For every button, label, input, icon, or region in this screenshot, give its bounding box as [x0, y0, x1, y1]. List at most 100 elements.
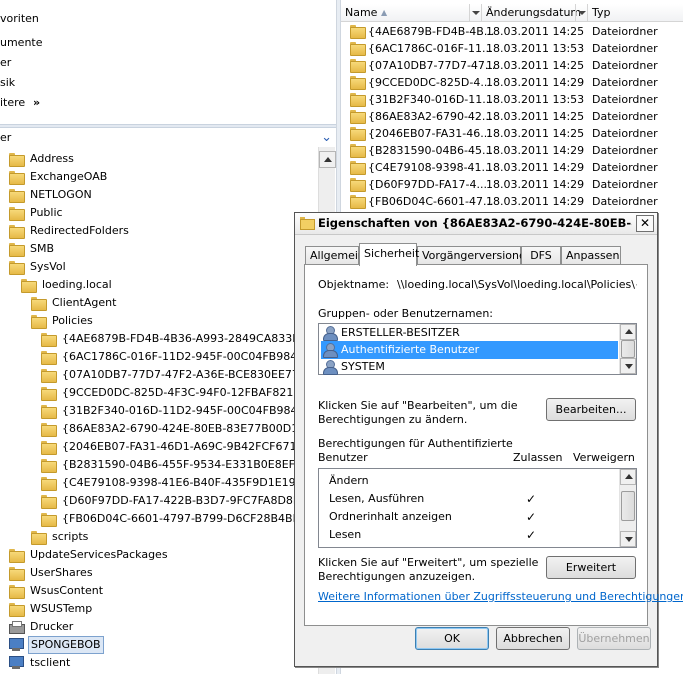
table-row[interactable]: {6AC1786C-016F-11... 18.03.2011 13:53 Date…	[341, 40, 683, 57]
column-filter-dropdown-icon[interactable]	[575, 4, 587, 21]
file-type: Dateiordner	[592, 127, 658, 140]
folder-tree: Address ExchangeOAB NETLOGON Public Redirect…	[0, 147, 338, 674]
column-header-bar: Name ▲ Änderungsdatum Typ	[341, 4, 683, 22]
navigation-pane: voriten umente er sik itere » er ⌄ Addre…	[0, 0, 338, 674]
edit-hint: Klicken Sie auf "Bearbeiten", um die Ber…	[318, 399, 518, 427]
permission-row: Ordnerinhalt anzeigen ✓	[329, 508, 629, 526]
table-row[interactable]: {4AE6879B-FD4B-4B... 18.03.2011 14:25 Date…	[341, 23, 683, 40]
table-row[interactable]: {C4E79108-9398-41... 18.03.2011 14:29 Date…	[341, 159, 683, 176]
tab-vorgaengerversionen[interactable]: Vorgängerversionen	[417, 246, 533, 265]
scroll-up-button[interactable]	[620, 324, 636, 340]
file-type: Dateiordner	[592, 144, 658, 157]
column-header-date[interactable]: Änderungsdatum	[482, 4, 588, 22]
close-button[interactable]: ✕	[636, 215, 654, 232]
scrollbar-thumb[interactable]	[621, 491, 635, 521]
network-section-header[interactable]: er ⌄	[0, 129, 338, 147]
column-filter-dropdown-icon[interactable]	[469, 4, 481, 21]
edit-button[interactable]: Bearbeiten...	[546, 398, 636, 421]
folder-icon	[349, 59, 366, 73]
favorites-item[interactable]: sik	[0, 74, 15, 92]
close-icon: ✕	[639, 216, 651, 230]
table-row[interactable]: {D60F97DD-FA17-4... 18.03.2011 14:29 Datei…	[341, 176, 683, 193]
folder-icon	[40, 513, 57, 527]
groups-scrollbar[interactable]	[619, 324, 636, 374]
table-row[interactable]: {9CCED0DC-825D-4... 18.03.2011 14:29 Datei…	[341, 74, 683, 91]
deny-column-header: Verweigern	[573, 451, 635, 464]
folder-icon	[40, 459, 57, 473]
user-group-icon	[323, 343, 338, 358]
tab-dfs[interactable]: DFS	[521, 246, 561, 265]
table-row[interactable]: {07A10DB7-77D7-47... 18.03.2011 14:25 Date…	[341, 57, 683, 74]
chevron-down-icon[interactable]: ⌄	[321, 129, 332, 147]
scrollbar-thumb[interactable]	[621, 340, 635, 358]
favorites-item[interactable]: itere	[0, 94, 25, 112]
ok-button[interactable]: OK	[415, 627, 489, 650]
dialog-title: Eigenschaften von {86AE83A2-6790-424E-80…	[318, 216, 632, 230]
favorites-item[interactable]: umente	[0, 34, 43, 52]
tree-item-label: Address	[30, 152, 74, 165]
groups-listbox[interactable]: ERSTELLER-BESITZER Authentifizierte Benut…	[318, 323, 637, 375]
tree-item-label: RedirectedFolders	[30, 224, 129, 237]
file-name: {4AE6879B-FD4B-4B...	[368, 25, 495, 38]
allow-check-icon: ✓	[526, 528, 537, 542]
shared-folder-icon	[8, 567, 25, 581]
ok-button-label: OK	[444, 632, 460, 645]
table-row[interactable]: {FB06D04C-6601-47... 18.03.2011 14:29 Date…	[341, 193, 683, 210]
scroll-up-button[interactable]	[319, 151, 336, 168]
permissions-listbox[interactable]: Ändern Lesen, Ausführen ✓ Ordnerinhalt anze…	[318, 468, 637, 548]
folder-icon	[40, 351, 57, 365]
tree-item-label: loeding.local	[42, 278, 112, 291]
favorites-item[interactable]: er	[0, 54, 11, 72]
file-name: {D60F97DD-FA17-4...	[368, 178, 487, 191]
object-name-value: \\loeding.local\SysVol\loeding.local\Pol…	[397, 278, 637, 291]
permission-row: Ändern	[329, 472, 629, 490]
security-tab-panel: Objektname: \\loeding.local\SysVol\loedi…	[304, 264, 683, 626]
column-header-name[interactable]: Name ▲	[341, 4, 482, 22]
file-type: Dateiordner	[592, 59, 658, 72]
scroll-up-button[interactable]	[620, 469, 636, 485]
folder-icon	[349, 110, 366, 124]
table-row[interactable]: {2046EB07-FA31-46... 18.03.2011 14:25 Date…	[341, 125, 683, 142]
dialog-title-bar[interactable]: Eigenschaften von {86AE83A2-6790-424E-80…	[295, 213, 657, 235]
group-item[interactable]: SYSTEM	[321, 358, 601, 376]
modified-date: 18.03.2011 14:25	[486, 25, 585, 38]
table-row[interactable]: {86AE83A2-6790-42... 18.03.2011 14:25 Date…	[341, 108, 683, 125]
permissions-scrollbar[interactable]	[619, 469, 636, 547]
apply-button[interactable]: Übernehmen	[577, 627, 651, 650]
help-link[interactable]: Weitere Informationen über Zugriffssteue…	[318, 590, 683, 603]
advanced-button-label: Erweitert	[565, 561, 617, 574]
table-row[interactable]: {31B2F340-016D-11... 18.03.2011 13:53 Date…	[341, 91, 683, 108]
advanced-button[interactable]: Erweitert	[546, 556, 636, 579]
scroll-down-button[interactable]	[620, 531, 636, 547]
file-type: Dateiordner	[592, 195, 658, 208]
more-favorites-chevron-icon[interactable]: »	[33, 94, 40, 112]
tree-item-label: ClientAgent	[52, 296, 117, 309]
file-type: Dateiordner	[592, 93, 658, 106]
scroll-down-button[interactable]	[620, 358, 636, 374]
group-item-label: SYSTEM	[341, 360, 385, 373]
folder-icon	[349, 161, 366, 175]
tab-anpassen[interactable]: Anpassen	[561, 246, 621, 265]
folder-icon	[40, 423, 57, 437]
tree-item-label: SMB	[30, 242, 55, 255]
column-header-type[interactable]: Typ	[588, 4, 683, 22]
file-name: {31B2F340-016D-11...	[368, 93, 493, 106]
edit-hint-line: Berechtigungen zu ändern.	[318, 413, 468, 426]
tree-item-label: scripts	[52, 530, 89, 543]
group-item[interactable]: Authentifizierte Benutzer	[321, 341, 618, 359]
cancel-button[interactable]: Abbrechen	[496, 627, 570, 650]
computer-icon	[8, 638, 24, 652]
tree-item-label: {9CCED0DC-825D-4F3C-94F0-12FBAF821FC5}	[62, 386, 322, 399]
tree-item-label: SPONGEBOB	[28, 636, 104, 654]
tab-allgemein[interactable]: Allgemein	[305, 246, 365, 265]
allow-check-icon: ✓	[526, 510, 537, 524]
group-item[interactable]: ERSTELLER-BESITZER	[321, 324, 601, 342]
table-row[interactable]: {B2831590-04B6-45... 18.03.2011 14:29 Date…	[341, 142, 683, 159]
shared-folder-icon	[8, 207, 25, 221]
computer-icon	[8, 656, 24, 670]
tab-sicherheit[interactable]: Sicherheit	[359, 243, 419, 266]
file-name: {6AC1786C-016F-11...	[368, 42, 493, 55]
favorites-item[interactable]: voriten	[0, 10, 39, 28]
tree-item-label: {B2831590-04B6-455F-9534-E331B0E8EF7C}	[62, 458, 317, 471]
user-group-icon	[323, 360, 338, 375]
